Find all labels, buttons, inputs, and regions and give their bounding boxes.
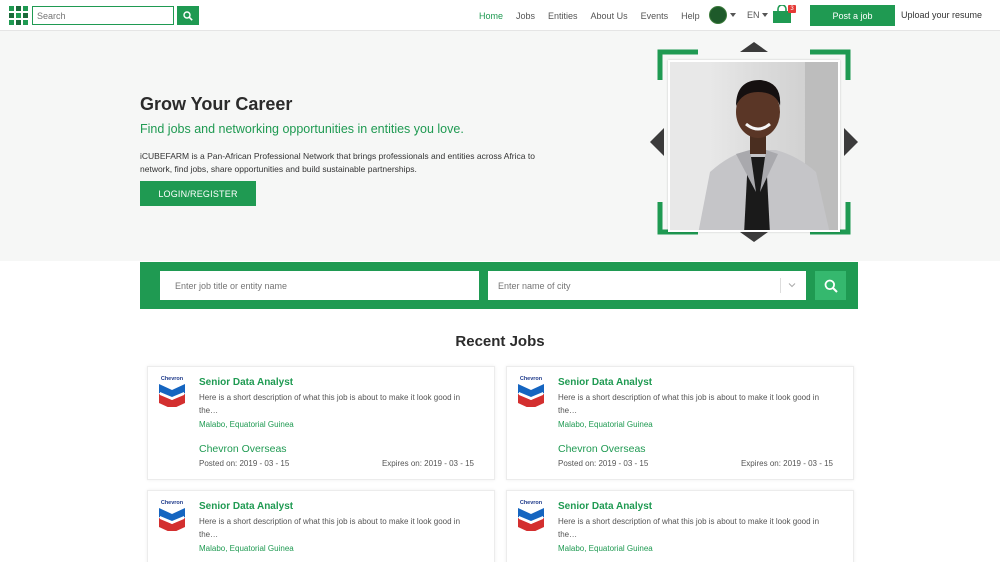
search-input[interactable] (32, 6, 174, 25)
nav-link-events[interactable]: Events (641, 11, 669, 21)
chevron-logo: Chevron (158, 376, 186, 409)
language-selector[interactable]: EN (747, 10, 760, 20)
job-search-button[interactable] (815, 271, 846, 300)
job-card[interactable]: Chevron Senior Data Analyst Here is a sh… (506, 366, 854, 480)
avatar[interactable] (709, 6, 727, 24)
nav-link-home[interactable]: Home (479, 11, 503, 21)
company-logo-text: Chevron (160, 500, 184, 506)
chevron-logo: Chevron (517, 500, 545, 533)
job-title[interactable]: Senior Data Analyst (199, 377, 293, 388)
chevron-logo: Chevron (517, 376, 545, 409)
job-location: Malabo, Equatorial Guinea (199, 420, 294, 429)
cart-count-badge: 3 (788, 5, 796, 13)
job-card[interactable]: Chevron Senior Data Analyst Here is a sh… (147, 490, 495, 562)
search-icon (183, 10, 193, 21)
chevron-logo: Chevron (158, 500, 186, 533)
job-title[interactable]: Senior Data Analyst (558, 501, 652, 512)
company-logo-text: Chevron (519, 500, 543, 506)
job-expires-date: Expires on: 2019 - 03 - 15 (381, 459, 474, 468)
search-button[interactable] (177, 6, 199, 25)
job-card[interactable]: Chevron Senior Data Analyst Here is a sh… (147, 366, 495, 480)
logo-icon[interactable] (9, 6, 28, 25)
job-description: Here is a short description of what this… (558, 393, 820, 415)
job-description: Here is a short description of what this… (558, 517, 820, 539)
post-job-button[interactable]: Post a job (810, 5, 895, 26)
upload-resume-link[interactable]: Upload your resume (901, 10, 982, 20)
job-location: Malabo, Equatorial Guinea (558, 544, 653, 553)
job-posted-date: Posted on: 2019 - 03 - 15 (199, 459, 290, 468)
login-register-button[interactable]: LOGIN/REGISTER (140, 181, 256, 206)
nav-links: Home Jobs Entities About Us Events Help (479, 0, 713, 31)
chevron-logo-mark (518, 384, 544, 409)
hero-section: Grow Your Career Find jobs and networkin… (0, 31, 1000, 261)
city-input[interactable] (488, 271, 806, 300)
nav-link-help[interactable]: Help (681, 11, 700, 21)
hero-title: Grow Your Career (140, 94, 293, 114)
city-divider (780, 278, 781, 293)
job-title-input[interactable] (160, 271, 479, 300)
nav-link-jobs[interactable]: Jobs (516, 11, 535, 21)
job-expires-date: Expires on: 2019 - 03 - 15 (740, 459, 833, 468)
job-description: Here is a short description of what this… (199, 393, 461, 415)
job-location: Malabo, Equatorial Guinea (558, 420, 653, 429)
job-posted-date: Posted on: 2019 - 03 - 15 (558, 459, 649, 468)
job-title[interactable]: Senior Data Analyst (558, 377, 652, 388)
nav-link-entities[interactable]: Entities (548, 11, 578, 21)
chevron-logo-mark (159, 508, 185, 533)
nav-link-about-us[interactable]: About Us (591, 11, 628, 21)
company-logo-text: Chevron (160, 376, 184, 382)
company-logo-text: Chevron (519, 376, 543, 382)
search-icon (824, 279, 838, 293)
chevron-down-icon[interactable] (762, 13, 768, 17)
chevron-logo-mark (518, 508, 544, 533)
chevron-logo-mark (159, 384, 185, 409)
chevron-down-icon[interactable] (730, 13, 736, 17)
hero-photo (668, 60, 840, 232)
hero-subtitle: Find jobs and networking opportunities i… (140, 122, 464, 136)
hero-description: iCUBEFARM is a Pan-African Professional … (140, 151, 535, 174)
recent-jobs-heading: Recent Jobs (455, 333, 545, 350)
top-navbar: Home Jobs Entities About Us Events Help … (0, 0, 1000, 31)
job-location: Malabo, Equatorial Guinea (199, 544, 294, 553)
job-description: Here is a short description of what this… (199, 517, 461, 539)
job-company[interactable]: Chevron Overseas (558, 443, 646, 455)
job-card[interactable]: Chevron Senior Data Analyst Here is a sh… (506, 490, 854, 562)
chevron-down-icon[interactable] (788, 281, 796, 289)
job-title[interactable]: Senior Data Analyst (199, 501, 293, 512)
job-company[interactable]: Chevron Overseas (199, 443, 287, 455)
